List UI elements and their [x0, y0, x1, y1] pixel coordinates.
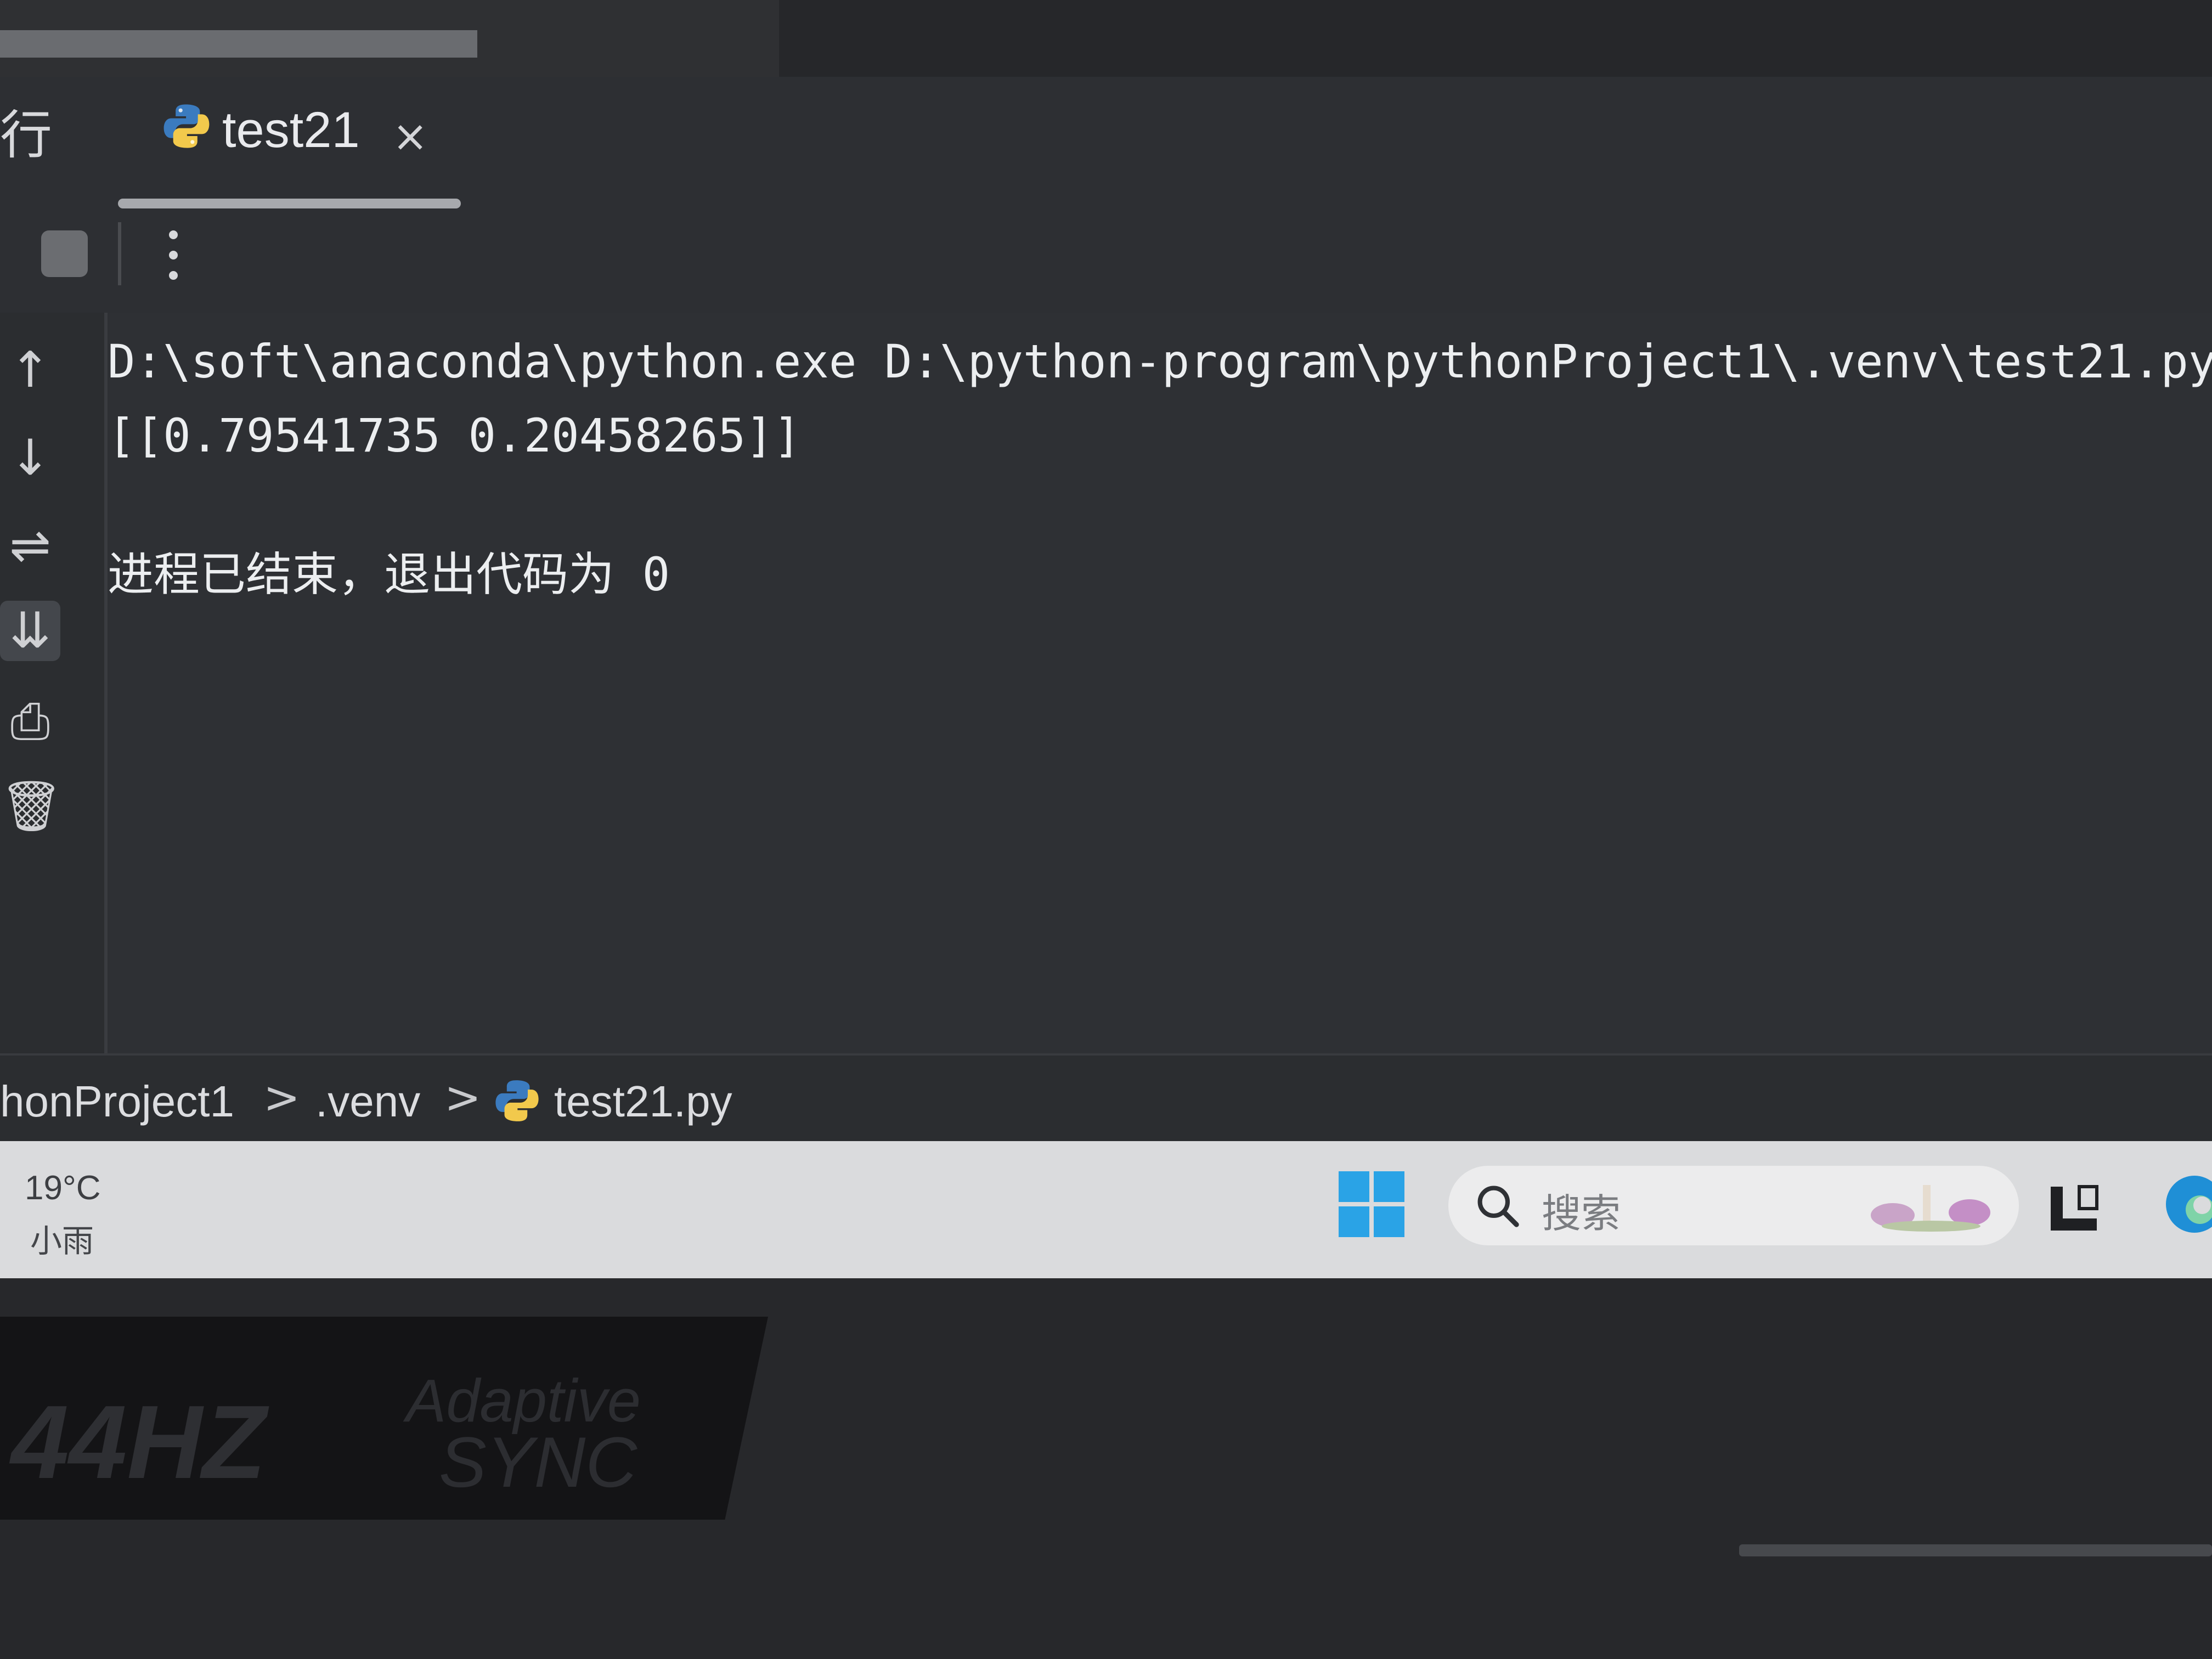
run-toolbar	[0, 214, 2212, 313]
taskbar-search-box[interactable]: 搜索	[1448, 1166, 2019, 1245]
breadcrumb-item-file[interactable]: test21.py	[554, 1076, 732, 1127]
console-command-line: D:\soft\anaconda\python.exe D:\python-pr…	[108, 335, 2212, 388]
top-dark-region	[779, 0, 2212, 77]
windows-taskbar: 19°C 小雨 搜索	[0, 1141, 2212, 1278]
python-icon	[163, 104, 210, 148]
scroll-to-end-icon[interactable]: ⇊	[0, 601, 60, 661]
chevron-right-icon: >	[263, 1072, 301, 1123]
console-side-toolbar: ↑ ↓ ⇌ ⇊ ⎙ 🗑	[0, 313, 108, 1053]
windows-start-icon[interactable]	[1339, 1171, 1404, 1237]
sticker-sync-text: SYNC	[439, 1422, 637, 1502]
chevron-right-icon: >	[444, 1072, 482, 1123]
trash-icon[interactable]: 🗑	[0, 776, 63, 837]
console-output[interactable]: D:\soft\anaconda\python.exe D:\python-pr…	[108, 313, 2212, 1053]
search-placeholder: 搜索	[1542, 1190, 1621, 1237]
edge-browser-icon[interactable]	[2156, 1171, 2212, 1243]
toolbar-divider	[118, 222, 121, 285]
search-icon	[1477, 1186, 1519, 1227]
tab-test21[interactable]: test21 ×	[118, 77, 461, 214]
more-vertical-icon[interactable]	[154, 225, 192, 285]
top-scroll-indicator	[0, 30, 477, 58]
task-view-icon[interactable]	[2046, 1182, 2101, 1237]
run-panel-label: 行	[0, 105, 53, 166]
console-result-line: [[0.79541735 0.20458265]]	[108, 409, 802, 462]
soft-wrap-icon[interactable]: ⇌	[0, 516, 60, 576]
weather-temperature[interactable]: 19°C	[25, 1169, 101, 1207]
breadcrumb-item-venv[interactable]: .venv	[315, 1076, 420, 1127]
arrow-down-icon[interactable]: ↓	[0, 428, 60, 488]
weather-condition[interactable]: 小雨	[30, 1215, 94, 1261]
stop-icon[interactable]	[41, 230, 88, 277]
ide-screen: 行 test21 × ↑ ↓ ⇌ ⇊ ⎙ 🗑 D:\soft\anaconda\…	[0, 0, 2212, 1278]
active-tab-indicator	[118, 199, 461, 208]
bezel-edge-highlight	[1739, 1544, 2212, 1556]
run-tab-row: 行 test21 ×	[0, 77, 2212, 214]
python-icon	[495, 1080, 539, 1121]
breadcrumb: honProject1 > .venv > test21.py	[0, 1053, 2212, 1143]
sticker-refresh-rate: 44HZ	[11, 1384, 266, 1500]
arrow-up-icon[interactable]: ↑	[0, 340, 60, 400]
print-icon[interactable]: ⎙	[0, 691, 60, 752]
search-highlight-icon	[1871, 1185, 1990, 1232]
tab-title: test21	[222, 102, 360, 158]
breadcrumb-item-project[interactable]: honProject1	[0, 1076, 234, 1127]
window-top-strip	[0, 0, 2212, 77]
close-icon[interactable]: ×	[392, 115, 428, 158]
console-exit-message: 进程已结束，退出代码为 0	[108, 548, 670, 601]
